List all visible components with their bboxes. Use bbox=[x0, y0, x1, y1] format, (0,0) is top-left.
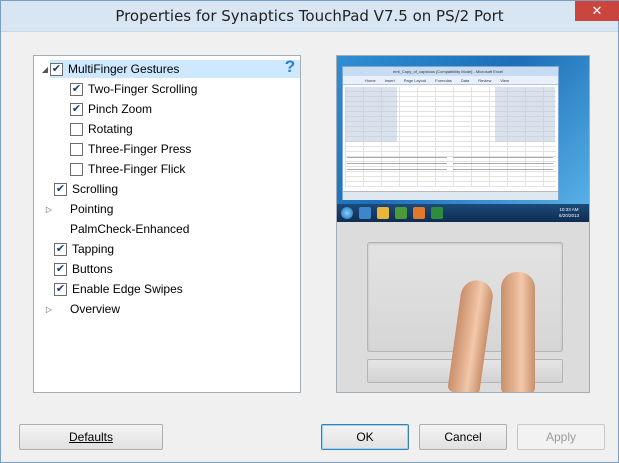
checkbox[interactable]: ✔ bbox=[54, 262, 67, 276]
title-bar: Properties for Synaptics TouchPad V7.5 o… bbox=[1, 1, 619, 32]
media-icon bbox=[395, 207, 407, 219]
tree-item[interactable]: ✔ Enable Edge Swipes bbox=[54, 280, 183, 298]
tree-item-label: Overview bbox=[70, 302, 121, 316]
tree-item[interactable]: Three-Finger Press bbox=[70, 140, 191, 158]
ie-icon bbox=[359, 207, 371, 219]
checkbox[interactable]: ✔ bbox=[70, 82, 83, 96]
collapsed-triangle-icon[interactable]: ▷ bbox=[44, 204, 54, 214]
tree-item[interactable]: PalmCheck-Enhanced bbox=[70, 220, 189, 238]
tree-item-label: Two-Finger Scrolling bbox=[88, 82, 198, 96]
tree-item-label: Pointing bbox=[70, 202, 114, 216]
defaults-button[interactable]: Defaults bbox=[19, 424, 163, 450]
tree-item[interactable]: ✔ Pinch Zoom bbox=[70, 100, 152, 118]
sheet-text-line bbox=[347, 169, 447, 170]
tree-item-label: Scrolling bbox=[72, 182, 119, 196]
clock-date: 6/20/2013 bbox=[558, 213, 580, 218]
expanded-triangle-icon[interactable]: ◢ bbox=[40, 64, 50, 74]
sheet-shaded-block bbox=[495, 87, 555, 142]
tree-item[interactable]: ✔ Scrolling bbox=[54, 180, 118, 198]
tree-item[interactable]: ✔ Two-Finger Scrolling bbox=[70, 80, 197, 98]
help-question-icon[interactable]: ? bbox=[283, 57, 297, 76]
checkbox[interactable] bbox=[70, 162, 83, 176]
ribbon-tab: Review bbox=[478, 77, 492, 83]
finger-right bbox=[501, 272, 535, 392]
close-button[interactable]: ✕ bbox=[575, 1, 619, 21]
ribbon-tab: Data bbox=[460, 77, 470, 83]
collapsed-triangle-icon[interactable]: ▷ bbox=[44, 304, 54, 314]
ribbon-tab: Home bbox=[365, 77, 376, 83]
checkbox[interactable]: ✔ bbox=[54, 182, 67, 196]
tree-item[interactable]: ▷ Overview bbox=[46, 300, 121, 318]
sheet-text-line bbox=[453, 157, 553, 158]
checkbox[interactable] bbox=[70, 142, 83, 156]
excel-icon bbox=[431, 207, 443, 219]
tree-item[interactable]: ✔ Buttons bbox=[54, 260, 113, 278]
tree-item-label: Tapping bbox=[72, 242, 115, 256]
app-icon bbox=[413, 207, 425, 219]
tree-item[interactable]: Rotating bbox=[70, 120, 133, 138]
sheet-tabs bbox=[343, 191, 558, 200]
sheet-text-line bbox=[347, 157, 447, 158]
settings-tree[interactable]: ◢ ✔ MultiFinger Gestures ✔ Two-Finger Scroll… bbox=[33, 55, 301, 393]
tree-item[interactable]: ▷ Pointing bbox=[46, 200, 114, 218]
checkbox[interactable] bbox=[70, 122, 83, 136]
desktop-preview: emt_Copy_of_capstous [Compatibility Mode… bbox=[337, 56, 589, 222]
checkbox[interactable]: ✔ bbox=[54, 242, 67, 256]
excel-ribbon: Home Insert Page Layout Formulas Data Review V… bbox=[343, 76, 558, 85]
tree-item-label: MultiFinger Gestures bbox=[68, 62, 180, 76]
checkbox[interactable]: ✔ bbox=[54, 282, 67, 296]
folder-icon bbox=[377, 207, 389, 219]
tree-item[interactable]: Three-Finger Flick bbox=[70, 160, 185, 178]
checkbox[interactable]: ✔ bbox=[70, 102, 83, 116]
tree-item[interactable]: ◢ ✔ MultiFinger Gestures bbox=[42, 60, 300, 78]
sheet-text-line bbox=[347, 163, 447, 164]
ribbon-tab: Insert bbox=[384, 77, 395, 83]
tree-item-label: Three-Finger Flick bbox=[88, 162, 186, 176]
tree-item-label: Buttons bbox=[72, 262, 113, 276]
ribbon-tab: Page Layout bbox=[403, 77, 427, 83]
tree-item-label: Three-Finger Press bbox=[88, 142, 192, 156]
defaults-label: Defaults bbox=[68, 430, 114, 444]
cancel-button[interactable]: Cancel bbox=[419, 424, 507, 450]
ok-button[interactable]: OK bbox=[321, 424, 409, 450]
checkbox[interactable]: ✔ bbox=[50, 62, 63, 76]
touchpad-illustration bbox=[337, 222, 589, 392]
window-title: Properties for Synaptics TouchPad V7.5 o… bbox=[115, 7, 504, 25]
excel-window-preview: emt_Copy_of_capstous [Compatibility Mode… bbox=[342, 66, 559, 200]
tree-item-label: Rotating bbox=[88, 122, 133, 136]
tree-item-label: Enable Edge Swipes bbox=[72, 282, 183, 296]
spreadsheet-grid bbox=[345, 87, 556, 187]
tree-item-label: Pinch Zoom bbox=[88, 102, 153, 116]
excel-title: emt_Copy_of_capstous [Compatibility Mode… bbox=[343, 67, 558, 76]
sheet-shaded-block bbox=[345, 87, 397, 142]
gesture-preview: emt_Copy_of_capstous [Compatibility Mode… bbox=[336, 55, 590, 393]
tree-item-label: PalmCheck-Enhanced bbox=[70, 222, 190, 236]
tree-item[interactable]: ✔ Tapping bbox=[54, 240, 114, 258]
apply-button[interactable]: Apply bbox=[517, 424, 605, 450]
taskbar: 10:33 AM 6/20/2013 bbox=[337, 204, 589, 222]
sheet-text-line bbox=[453, 169, 553, 170]
properties-dialog: Properties for Synaptics TouchPad V7.5 o… bbox=[0, 0, 619, 463]
ribbon-tab: View bbox=[500, 77, 510, 83]
sheet-text-line bbox=[453, 163, 553, 164]
ribbon-tab: Formulas bbox=[435, 77, 452, 83]
tray-clock: 10:33 AM 6/20/2013 bbox=[554, 207, 584, 219]
start-orb-icon bbox=[341, 207, 353, 219]
